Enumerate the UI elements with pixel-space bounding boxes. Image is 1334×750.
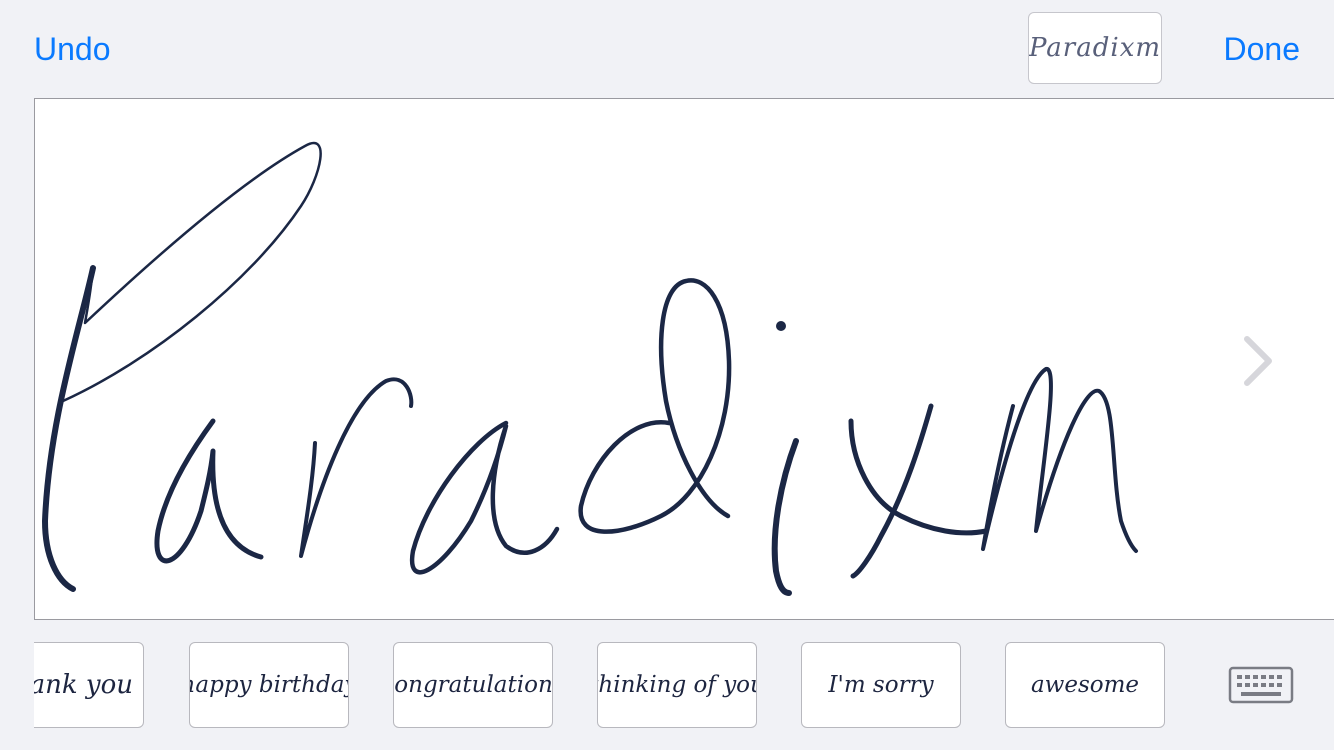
chevron-right-icon[interactable] (1237, 331, 1277, 391)
suggestion-label: happy birthday (189, 672, 349, 698)
handwriting-strokes (42, 142, 1138, 596)
handwriting-preview-thumbnail[interactable]: Paradixm (1028, 12, 1162, 84)
suggestion-label: ank you (34, 670, 133, 700)
suggestion-label: congratulations (394, 672, 553, 698)
suggestion-label: awesome (1030, 672, 1140, 698)
suggestion-thank-you[interactable]: ank you (34, 642, 144, 728)
suggestion-label: thinking of you (597, 672, 757, 698)
suggestion-im-sorry[interactable]: I'm sorry (801, 642, 961, 728)
preview-text: Paradixm (1028, 33, 1162, 63)
suggestion-strip[interactable]: ank you happy birthday congratulations t… (34, 642, 1174, 728)
suggestion-happy-birthday[interactable]: happy birthday (189, 642, 349, 728)
done-button[interactable]: Done (1224, 26, 1301, 72)
suggestion-thinking-of-you[interactable]: thinking of you (597, 642, 757, 728)
handwriting-canvas[interactable] (34, 98, 1334, 620)
undo-button[interactable]: Undo (34, 26, 111, 72)
suggestion-congratulations[interactable]: congratulations (393, 642, 553, 728)
suggestion-label: I'm sorry (828, 672, 934, 698)
suggestion-awesome[interactable]: awesome (1005, 642, 1165, 728)
keyboard-icon[interactable] (1228, 666, 1294, 704)
